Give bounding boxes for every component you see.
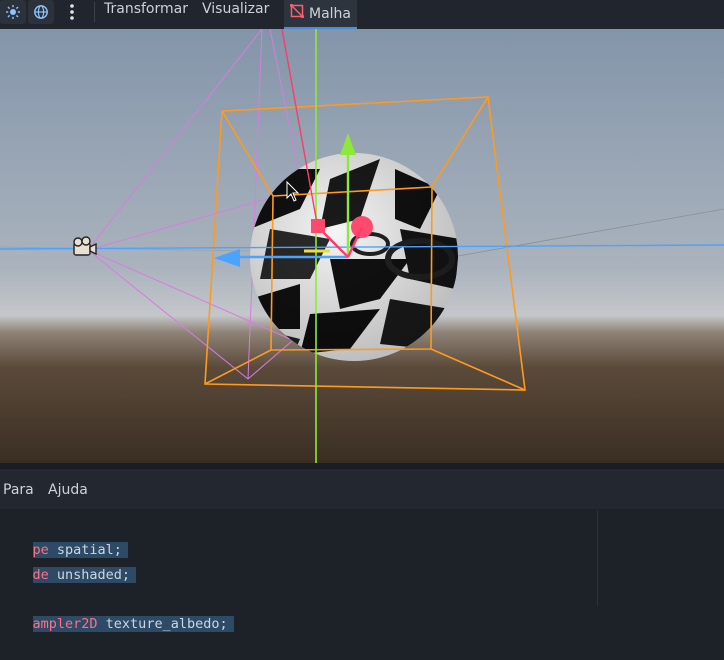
- viewport-toolbar: Transformar Visualizar Malha: [0, 0, 724, 29]
- shader-code-editor[interactable]: pe spatial; de unshaded; ampler2D textur…: [0, 510, 724, 632]
- more-vertical-icon[interactable]: [60, 0, 84, 24]
- code-line: pe spatial;: [0, 514, 128, 558]
- mesh-icon: [289, 3, 305, 23]
- menu-transformar[interactable]: Transformar: [98, 0, 194, 22]
- editor-menu-bar: Para Ajuda: [0, 469, 724, 509]
- 3d-viewport[interactable]: [0, 29, 724, 463]
- tab-mesh[interactable]: Malha: [284, 0, 357, 29]
- sun-icon[interactable]: [0, 0, 26, 24]
- code-guideline: [597, 510, 598, 606]
- toolbar-separator: [94, 2, 95, 22]
- menu-visualizar[interactable]: Visualizar: [196, 0, 275, 22]
- tab-mesh-label: Malha: [309, 5, 351, 22]
- code-line: de unshaded;: [0, 539, 137, 583]
- code-line: ampler2D texture_albedo;: [0, 588, 234, 632]
- menu-para[interactable]: Para: [3, 482, 34, 498]
- menu-ajuda[interactable]: Ajuda: [48, 482, 88, 498]
- globe-icon[interactable]: [28, 0, 54, 24]
